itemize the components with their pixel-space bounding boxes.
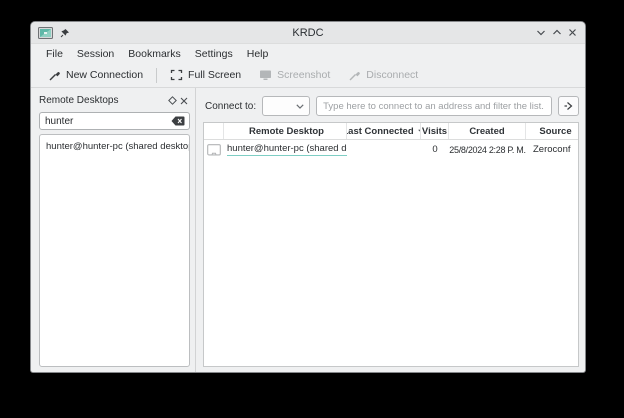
clear-search-icon[interactable] [171, 116, 185, 126]
menubar: File Session Bookmarks Settings Help [31, 44, 585, 63]
remote-desktops-table: Remote Desktop Last Connected Visits Cre… [203, 122, 579, 367]
column-visits[interactable]: Visits [421, 123, 449, 139]
maximize-icon[interactable] [551, 28, 562, 38]
column-last-connected[interactable]: Last Connected [347, 123, 421, 139]
table-row[interactable]: hunter@hunter-pc (shared desktop) 0 25/8… [204, 140, 578, 159]
dock-search-value: hunter [45, 116, 171, 127]
menu-help[interactable]: Help [240, 46, 276, 62]
krdc-app-icon [38, 27, 53, 39]
screenshot-label: Screenshot [277, 69, 330, 81]
full-screen-label: Full Screen [188, 69, 241, 81]
dock-list: hunter@hunter-pc (shared desktop) [39, 134, 190, 367]
cell-created: 25/8/2024 2:28 P. M. [449, 145, 526, 155]
monitor-icon [204, 144, 224, 156]
column-source[interactable]: Source [526, 123, 578, 139]
protocol-combobox[interactable] [262, 96, 310, 116]
window-controls [535, 28, 578, 38]
toolbar: New Connection Full Screen Screenshot [31, 63, 585, 88]
close-icon[interactable] [567, 28, 578, 38]
float-panel-icon[interactable] [166, 95, 178, 107]
screenshot-icon [259, 69, 272, 81]
column-last-connected-label: Last Connected [347, 126, 414, 137]
cell-remote-desktop[interactable]: hunter@hunter-pc (shared desktop) [224, 143, 347, 156]
new-connection-button[interactable]: New Connection [39, 66, 152, 85]
remote-desktops-dock: Remote Desktops hunter hunter@hu [31, 88, 195, 372]
address-input[interactable] [316, 96, 552, 116]
krdc-window: KRDC File Session Bookmarks Settings Hel… [30, 21, 586, 373]
menu-file[interactable]: File [39, 46, 70, 62]
column-icon[interactable] [204, 123, 224, 139]
titlebar[interactable]: KRDC [31, 22, 585, 44]
disconnect-button: Disconnect [339, 66, 427, 85]
new-connection-label: New Connection [66, 69, 143, 81]
new-connection-icon [48, 69, 61, 82]
minimize-icon[interactable] [535, 28, 546, 38]
connect-row: Connect to: [203, 96, 579, 116]
main-area: Connect to: [198, 88, 585, 372]
cell-visits: 0 [421, 144, 449, 155]
column-remote-desktop-label: Remote Desktop [249, 126, 324, 137]
column-remote-desktop[interactable]: Remote Desktop [224, 123, 347, 139]
menu-bookmarks[interactable]: Bookmarks [121, 46, 188, 62]
dock-header: Remote Desktops [39, 93, 190, 108]
dock-list-item[interactable]: hunter@hunter-pc (shared desktop) [40, 138, 189, 155]
remote-desktop-link[interactable]: hunter@hunter-pc (shared desktop) [227, 143, 347, 156]
screenshot-button: Screenshot [250, 66, 339, 84]
full-screen-icon [170, 69, 183, 81]
close-panel-icon[interactable] [178, 95, 190, 107]
connect-to-label: Connect to: [203, 101, 256, 112]
window-title: KRDC [31, 27, 585, 39]
dock-title: Remote Desktops [39, 95, 166, 106]
full-screen-button[interactable]: Full Screen [161, 66, 250, 84]
content-area: Remote Desktops hunter hunter@hu [31, 88, 585, 372]
disconnect-label: Disconnect [366, 69, 418, 81]
column-created[interactable]: Created [449, 123, 526, 139]
chevron-down-icon [296, 104, 304, 109]
toolbar-separator [156, 68, 157, 83]
menu-session[interactable]: Session [70, 46, 121, 62]
connect-go-button[interactable] [558, 96, 579, 116]
cell-source: Zeroconf [526, 144, 578, 155]
dock-search-field[interactable]: hunter [39, 112, 190, 130]
disconnect-icon [348, 69, 361, 82]
table-header: Remote Desktop Last Connected Visits Cre… [204, 123, 578, 140]
menu-settings[interactable]: Settings [188, 46, 240, 62]
pin-icon [60, 28, 70, 38]
